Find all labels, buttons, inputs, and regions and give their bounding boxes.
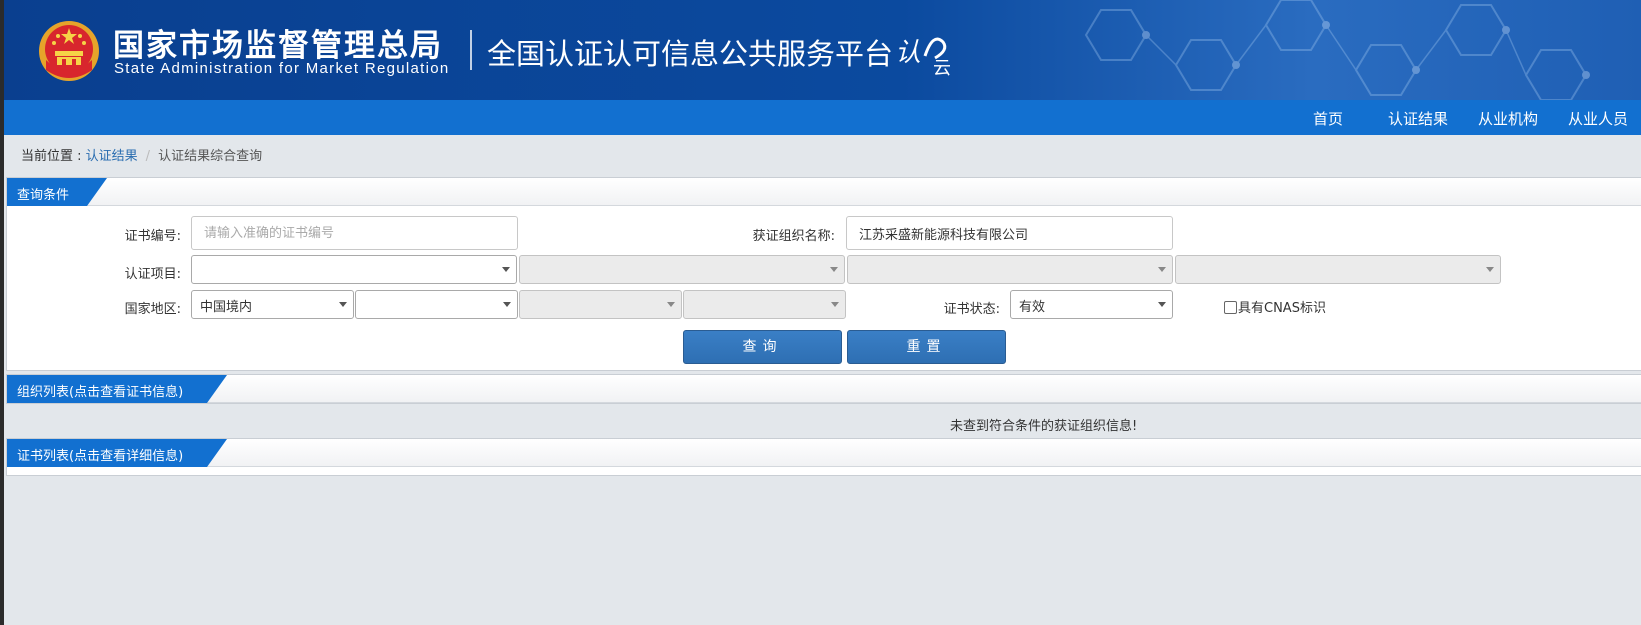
window-left-edge [0,0,4,625]
logo-text-2: 云 [933,58,951,78]
chevron-down-icon [667,302,675,307]
region-select-3[interactable] [519,290,682,319]
cert-no-label: 证书编号: [124,229,181,244]
status-select-value: 有效 [1019,300,1046,315]
query-panel-title: 查询条件 [7,178,107,206]
national-emblem-icon [39,21,99,81]
cert-no-input[interactable] [191,216,518,250]
cert-project-label: 认证项目: [124,267,181,282]
org-name-input[interactable] [846,216,1173,250]
org-name-en: State Administration for Market Regulati… [114,60,450,77]
hexagon-pattern-decoration [1084,0,1590,100]
org-list-empty-message: 未查到符合条件的获证组织信息! [950,419,1138,434]
region-select-1[interactable]: 中国境内 [191,290,354,319]
renke-yun-logo-icon: 认 云 [895,37,951,78]
header-divider [470,30,472,70]
chevron-down-icon [502,267,510,272]
breadcrumb-label: 当前位置 : [21,149,86,164]
checkbox-icon[interactable] [1224,301,1237,314]
region-select-4[interactable] [683,290,846,319]
logo-text-1: 认 [895,38,921,68]
org-name-label: 获证组织名称: [752,229,835,244]
chevron-down-icon [339,302,347,307]
platform-title: 全国认证认可信息公共服务平台 [487,37,894,71]
chevron-down-icon [1486,267,1494,272]
chevron-down-icon [1158,302,1166,307]
status-label: 证书状态: [943,302,1000,317]
nav-item-practitioners[interactable]: 从业人员 [1568,108,1628,129]
cnas-checkbox[interactable]: 具有CNAS标识 [1224,297,1326,316]
region-label: 国家地区: [124,302,181,317]
chevron-down-icon [503,302,511,307]
reset-button[interactable]: 重置 [847,330,1006,364]
chevron-down-icon [831,302,839,307]
nav-item-home[interactable]: 首页 [1313,108,1343,129]
region-select-2[interactable] [355,290,518,319]
chevron-down-icon [1158,267,1166,272]
status-select[interactable]: 有效 [1010,290,1173,319]
cnas-checkbox-label: 具有CNAS标识 [1238,301,1326,316]
main-nav: 首页 认证结果 从业机构 从业人员 [0,100,1641,135]
chevron-down-icon [830,267,838,272]
cert-list-panel: 证书列表(点击查看详细信息) [6,438,1641,476]
cert-list-panel-header: 证书列表(点击查看详细信息) [7,439,1641,467]
cert-project-select-4[interactable] [1175,255,1501,284]
cert-project-select-3[interactable] [847,255,1173,284]
query-panel-header: 查询条件 [7,178,1641,206]
org-list-panel-header: 组织列表(点击查看证书信息) [7,375,1641,403]
org-list-panel-title: 组织列表(点击查看证书信息) [7,375,227,403]
breadcrumb-link-cert-results[interactable]: 认证结果 [86,149,138,164]
breadcrumb-separator: / [145,149,151,164]
cert-project-select-1[interactable] [191,255,517,284]
cert-list-panel-title: 证书列表(点击查看详细信息) [7,439,227,467]
breadcrumb: 当前位置 : 认证结果 / 认证结果综合查询 [21,145,262,164]
org-list-panel: 组织列表(点击查看证书信息) [6,374,1641,404]
breadcrumb-current: 认证结果综合查询 [158,149,263,164]
cert-project-select-2[interactable] [519,255,845,284]
nav-item-institutions[interactable]: 从业机构 [1478,108,1538,129]
site-header: 国家市场监督管理总局 State Administration for Mark… [0,0,1641,100]
search-button[interactable]: 查询 [683,330,842,364]
region-select-1-value: 中国境内 [200,300,253,315]
org-name-cn: 国家市场监督管理总局 [113,28,443,64]
nav-item-cert-results[interactable]: 认证结果 [1388,108,1448,129]
